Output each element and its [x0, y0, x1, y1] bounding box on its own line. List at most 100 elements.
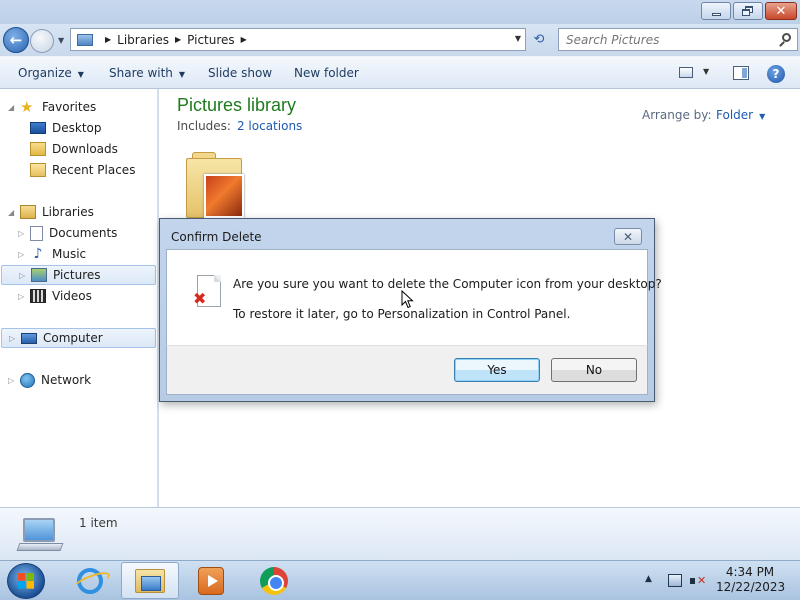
help-icon[interactable]: ? — [767, 65, 785, 83]
nav-pictures[interactable]: ▷ Pictures — [1, 265, 156, 285]
dialog-footer: Yes No — [166, 345, 648, 395]
window-title-bar: ✕ — [0, 0, 800, 24]
libraries-icon — [20, 205, 36, 219]
windows-logo-icon — [18, 573, 34, 589]
nav-music[interactable]: ▷ ♪ Music — [18, 244, 86, 264]
mouse-pointer-icon — [401, 290, 414, 309]
taskbar-google-chrome[interactable] — [245, 562, 303, 599]
delete-document-icon: ✖ — [193, 275, 221, 309]
forward-button[interactable] — [30, 29, 54, 53]
navigation-pane: ◢ ★ Favorites Desktop Downloads Recent P… — [0, 89, 158, 507]
expand-icon[interactable]: ▷ — [18, 250, 28, 259]
refresh-icon: ⟲ — [533, 32, 545, 47]
nav-network[interactable]: ▷ Network — [8, 370, 91, 390]
search-box[interactable] — [558, 28, 798, 51]
nav-desktop[interactable]: Desktop — [30, 118, 102, 138]
pictures-icon — [31, 268, 47, 282]
breadcrumb-libraries[interactable]: Libraries — [117, 33, 169, 47]
clock-date: 12/22/2023 — [716, 580, 786, 594]
preview-pane-icon[interactable] — [733, 66, 749, 80]
nav-libraries[interactable]: ◢ Libraries — [8, 202, 94, 222]
taskbar-internet-explorer[interactable] — [61, 562, 119, 599]
search-input[interactable] — [559, 29, 769, 50]
close-icon: ✕ — [622, 229, 634, 244]
share-with-label: Share with — [109, 66, 173, 80]
address-bar[interactable]: ▶ Libraries ▶ Pictures ▶ ▼ — [70, 28, 526, 51]
windows-explorer-icon — [135, 568, 165, 593]
expand-icon[interactable]: ▷ — [9, 334, 19, 343]
network-status-icon[interactable] — [668, 574, 682, 587]
address-row: ← ▼ ▶ Libraries ▶ Pictures ▶ ▼ ⟲ — [0, 24, 800, 56]
breadcrumb-separator-icon[interactable]: ▶ — [241, 35, 247, 44]
media-player-icon — [198, 566, 224, 595]
library-includes: Includes: 2 locations — [177, 119, 302, 133]
nav-pictures-label: Pictures — [53, 268, 101, 282]
view-options-dropdown-icon[interactable]: ▼ — [703, 67, 709, 76]
star-icon: ★ — [20, 98, 34, 116]
arrange-by-dropdown[interactable]: Folder ▼ — [716, 108, 765, 122]
downloads-folder-icon — [30, 142, 46, 156]
dialog-close-button[interactable]: ✕ — [614, 228, 642, 245]
address-dropdown-icon[interactable]: ▼ — [515, 34, 521, 43]
nav-computer[interactable]: ▷ Computer — [1, 328, 156, 348]
nav-desktop-label: Desktop — [52, 121, 102, 135]
organize-button[interactable]: Organize ▼ — [18, 66, 84, 80]
recent-pages-dropdown[interactable]: ▼ — [58, 36, 64, 45]
close-icon: ✕ — [775, 3, 787, 19]
search-icon[interactable] — [782, 33, 791, 42]
breadcrumb-separator-icon[interactable]: ▶ — [105, 35, 111, 44]
slide-show-button[interactable]: Slide show — [208, 66, 272, 80]
library-title: Pictures library — [177, 95, 297, 115]
locations-link[interactable]: 2 locations — [237, 119, 302, 133]
back-button[interactable]: ← — [3, 27, 29, 53]
error-x-icon: ✖ — [193, 289, 207, 308]
start-button[interactable] — [7, 563, 45, 599]
arrange-by-label: Arrange by: — [642, 108, 712, 122]
close-window-button[interactable]: ✕ — [765, 2, 797, 20]
computer-icon — [21, 332, 37, 344]
expand-icon[interactable]: ▷ — [18, 292, 28, 301]
restore-icon — [742, 6, 754, 16]
nav-downloads[interactable]: Downloads — [30, 139, 118, 159]
chevron-down-icon: ▼ — [77, 70, 84, 79]
nav-music-label: Music — [52, 247, 87, 261]
show-hidden-icons-icon[interactable]: ▲ — [645, 574, 652, 584]
details-pane: 1 item — [0, 507, 800, 560]
chevron-down-icon: ▼ — [178, 70, 186, 79]
command-bar: Organize ▼ Share with ▼ Slide show New fol… — [0, 56, 800, 89]
organize-label: Organize — [18, 66, 72, 80]
dialog-title: Confirm Delete — [171, 230, 262, 244]
taskbar-clock[interactable]: 4:34 PM 12/22/2023 — [716, 565, 786, 595]
expand-icon[interactable]: ▷ — [19, 271, 29, 280]
taskbar-windows-media-player[interactable] — [182, 562, 240, 599]
restore-button[interactable] — [733, 2, 763, 20]
nav-recent-places[interactable]: Recent Places — [30, 160, 135, 180]
nav-videos[interactable]: ▷ Videos — [18, 286, 92, 306]
change-view-icon[interactable] — [679, 67, 693, 78]
new-folder-button[interactable]: New folder — [294, 66, 359, 80]
collapse-icon[interactable]: ◢ — [8, 208, 18, 217]
nav-documents[interactable]: ▷ Documents — [18, 223, 117, 243]
no-button[interactable]: No — [551, 358, 637, 382]
breadcrumb-separator-icon[interactable]: ▶ — [175, 35, 181, 44]
desktop-icon — [30, 122, 46, 134]
expand-icon[interactable]: ▷ — [18, 229, 28, 238]
pictures-folder-icon[interactable] — [186, 152, 244, 218]
arrange-by-value: Folder — [716, 108, 754, 122]
yes-button[interactable]: Yes — [454, 358, 540, 382]
volume-muted-icon[interactable] — [690, 574, 706, 588]
minimize-button[interactable] — [701, 2, 731, 20]
collapse-icon[interactable]: ◢ — [8, 103, 18, 112]
share-with-button[interactable]: Share with ▼ — [109, 66, 185, 80]
minimize-icon — [711, 12, 721, 16]
computer-icon — [16, 518, 64, 554]
refresh-button[interactable]: ⟲ — [527, 28, 551, 51]
nav-favorites[interactable]: ◢ ★ Favorites — [8, 97, 96, 117]
nav-recent-places-label: Recent Places — [52, 163, 136, 177]
expand-icon[interactable]: ▷ — [8, 376, 18, 385]
nav-downloads-label: Downloads — [52, 142, 118, 156]
confirm-delete-dialog: Confirm Delete ✕ ✖ Are you sure you want… — [159, 218, 662, 402]
taskbar-windows-explorer[interactable] — [121, 562, 179, 599]
breadcrumb-pictures[interactable]: Pictures — [187, 33, 235, 47]
nav-documents-label: Documents — [49, 226, 118, 240]
